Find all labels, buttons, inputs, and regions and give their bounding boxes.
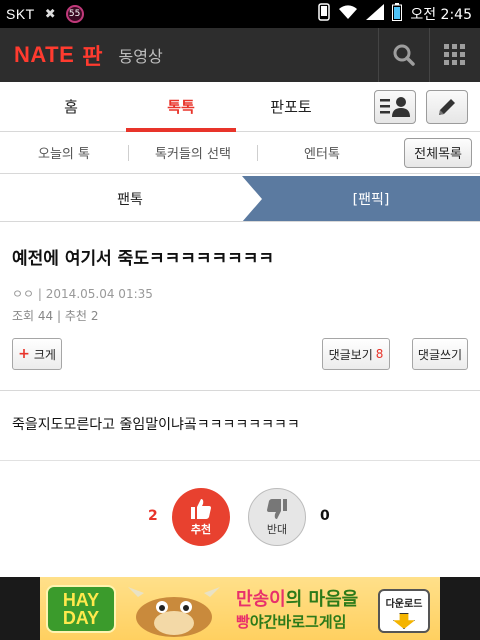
status-bar: SKT ✖ 55 오전 2:45	[0, 0, 480, 28]
meta-separator: |	[37, 287, 46, 301]
carrier-label: SKT	[6, 6, 35, 22]
notification-badge: 55	[65, 5, 84, 23]
thumbs-down-icon	[267, 499, 287, 519]
search-icon	[393, 44, 415, 66]
search-button[interactable]	[379, 28, 429, 82]
tab-pan-photo[interactable]: 판포토	[236, 82, 346, 132]
hayday-logo: HAY DAY	[46, 585, 116, 633]
app-header: NATE 판 동영상	[0, 28, 480, 82]
download-arrow-icon	[393, 613, 415, 629]
thumbs-up-icon	[191, 499, 211, 519]
comment-count: 8	[375, 347, 384, 361]
enlarge-text-button[interactable]: + 크게	[12, 338, 62, 370]
ad-subline: 빵야간바로그게임	[236, 611, 346, 632]
recommend-vote-count: 2	[148, 508, 158, 524]
all-list-button[interactable]: 전체목록	[404, 137, 472, 168]
logo-line2: DAY	[62, 608, 100, 628]
nate-logo[interactable]: NATE	[0, 42, 74, 68]
menu-button[interactable]	[430, 28, 480, 82]
post-content: 죽을지도모른다고 줄임말이냐곸ㅋㅋㅋㅋㅋㅋㅋㅋ	[12, 417, 300, 433]
view-comments-button[interactable]: 댓글보기 8	[322, 338, 390, 370]
tab-talker-choice[interactable]: 톡커들의 선택	[129, 143, 257, 162]
tab-fan-fic[interactable]: [팬픽]	[242, 176, 480, 222]
divider	[0, 460, 480, 461]
post-header: 예전에 여기서 죽도ㅋㅋㅋㅋㅋㅋㅋㅋ ㅇㅇ | 2014.05.04 01:35…	[0, 222, 480, 390]
oppose-button[interactable]: 반대	[248, 488, 306, 546]
post-author: ㅇㅇ	[12, 287, 35, 301]
profile-list-icon	[380, 96, 410, 117]
my-list-button[interactable]	[374, 89, 416, 124]
write-comment-button[interactable]: 댓글쓰기	[412, 338, 468, 370]
battery-icon	[392, 3, 403, 25]
meta-separator: |	[57, 309, 65, 323]
logo-line1: HAY	[62, 590, 100, 610]
sub-tabs: 오늘의 톡 톡커들의 선택 엔터톡 전체목록	[0, 132, 480, 174]
view-comments-label: 댓글보기	[328, 347, 373, 362]
enlarge-label: 크게	[33, 347, 56, 362]
wifi-icon	[338, 4, 358, 24]
ad-subline-a: 빵	[236, 613, 250, 631]
ad-headline-b: 의 마음을	[285, 589, 359, 610]
post-title: 예전에 여기서 죽도ㅋㅋㅋㅋㅋㅋㅋㅋ	[12, 249, 275, 269]
write-post-button[interactable]	[426, 89, 468, 124]
divider	[0, 390, 480, 391]
views-label: 조회	[12, 309, 35, 323]
fan-tabs: 팬톡 [팬픽]	[0, 176, 480, 222]
tab-home[interactable]: 홈	[16, 82, 126, 132]
ad-banner[interactable]: HAY DAY 만송이의 마음을 빵야간바로그게임 다운로드	[0, 577, 480, 640]
pan-logo[interactable]: 판	[82, 39, 102, 71]
post-author-date: ㅇㅇ | 2014.05.04 01:35	[12, 285, 153, 302]
grid-menu-icon	[444, 44, 465, 65]
views-count: 44	[37, 309, 54, 323]
recommend-button[interactable]: 추천	[172, 488, 230, 546]
tab-fan-talk[interactable]: 팬톡	[0, 176, 260, 222]
cow-illustration	[128, 587, 220, 637]
plus-icon: +	[18, 346, 30, 362]
oppose-label: 반대	[266, 523, 288, 536]
ad-subline-b: 야간바로그게임	[249, 613, 347, 631]
main-tabs: 홈 톡톡 판포토	[0, 82, 480, 132]
post-stats: 조회 44 | 추천 2	[12, 307, 98, 324]
recommend-label: 추천	[64, 309, 87, 323]
oppose-vote-count: 0	[320, 508, 330, 524]
recommend-count: 2	[90, 309, 99, 323]
ad-content[interactable]: HAY DAY 만송이의 마음을 빵야간바로그게임 다운로드	[40, 577, 440, 640]
post-date: 2014.05.04 01:35	[45, 287, 153, 301]
ad-headline-a: 만송이	[236, 589, 286, 610]
clock: 오전 2:45	[410, 7, 472, 23]
pencil-icon	[439, 98, 455, 115]
download-button[interactable]: 다운로드	[378, 589, 430, 633]
ad-headline: 만송이의 마음을	[236, 585, 358, 611]
phone-icon	[318, 3, 331, 25]
video-link[interactable]: 동영상	[119, 43, 163, 67]
recommend-label: 추천	[190, 523, 212, 536]
close-x-icon: ✖	[44, 6, 56, 22]
tab-today-talk[interactable]: 오늘의 톡	[0, 143, 128, 162]
tab-talktalk[interactable]: 톡톡	[126, 82, 236, 132]
download-label: 다운로드	[385, 599, 423, 610]
tab-enter-talk[interactable]: 엔터톡	[258, 143, 386, 162]
signal-icon	[366, 4, 385, 24]
